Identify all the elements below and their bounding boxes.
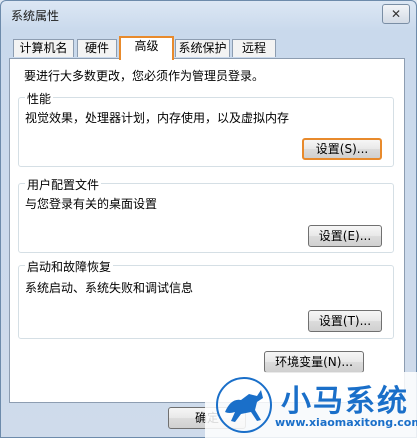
performance-desc: 视觉效果，处理器计划，内存使用，以及虚拟内存 [25, 111, 290, 125]
user-profiles-desc: 与您登录有关的桌面设置 [25, 197, 158, 211]
tab-system-protection[interactable]: 系统保护 [175, 39, 230, 57]
title-bar[interactable]: 系统属性 ✕ [1, 1, 416, 29]
tab-strip: 计算机名 硬件 高级 系统保护 远程 [9, 36, 409, 60]
horse-logo-icon [216, 377, 272, 433]
user-profiles-label: 用户配置文件 [25, 176, 102, 193]
tab-computer-name[interactable]: 计算机名 [13, 39, 74, 57]
performance-settings-button[interactable]: 设置(S)... [302, 138, 382, 160]
close-icon: ✕ [390, 7, 402, 21]
watermark-url: www.xiaomaxitong.com [275, 416, 417, 429]
startup-recovery-desc: 系统启动、系统失败和调试信息 [25, 281, 194, 295]
performance-group: 性能 视觉效果，处理器计划，内存使用，以及虚拟内存 设置(S)... [18, 90, 394, 167]
startup-recovery-settings-button[interactable]: 设置(T)... [308, 310, 382, 332]
close-button[interactable]: ✕ [382, 4, 410, 24]
admin-notice: 要进行大多数更改，您必须作为管理员登录。 [24, 69, 265, 83]
performance-label: 性能 [25, 90, 54, 107]
tab-hardware[interactable]: 硬件 [77, 39, 117, 57]
watermark-name: 小马系统 [281, 384, 409, 419]
tab-advanced[interactable]: 高级 [119, 36, 174, 60]
environment-variables-button[interactable]: 环境变量(N)... [264, 351, 364, 373]
startup-recovery-label: 启动和故障恢复 [25, 258, 114, 275]
user-profiles-group: 用户配置文件 与您登录有关的桌面设置 设置(E)... [18, 176, 394, 253]
startup-recovery-group: 启动和故障恢复 系统启动、系统失败和调试信息 设置(T)... [18, 258, 394, 339]
window-title: 系统属性 [11, 9, 60, 23]
tab-remote[interactable]: 远程 [232, 39, 276, 57]
user-profiles-settings-button[interactable]: 设置(E)... [308, 225, 382, 247]
site-watermark: 小马系统 www.xiaomaxitong.com [205, 372, 417, 438]
